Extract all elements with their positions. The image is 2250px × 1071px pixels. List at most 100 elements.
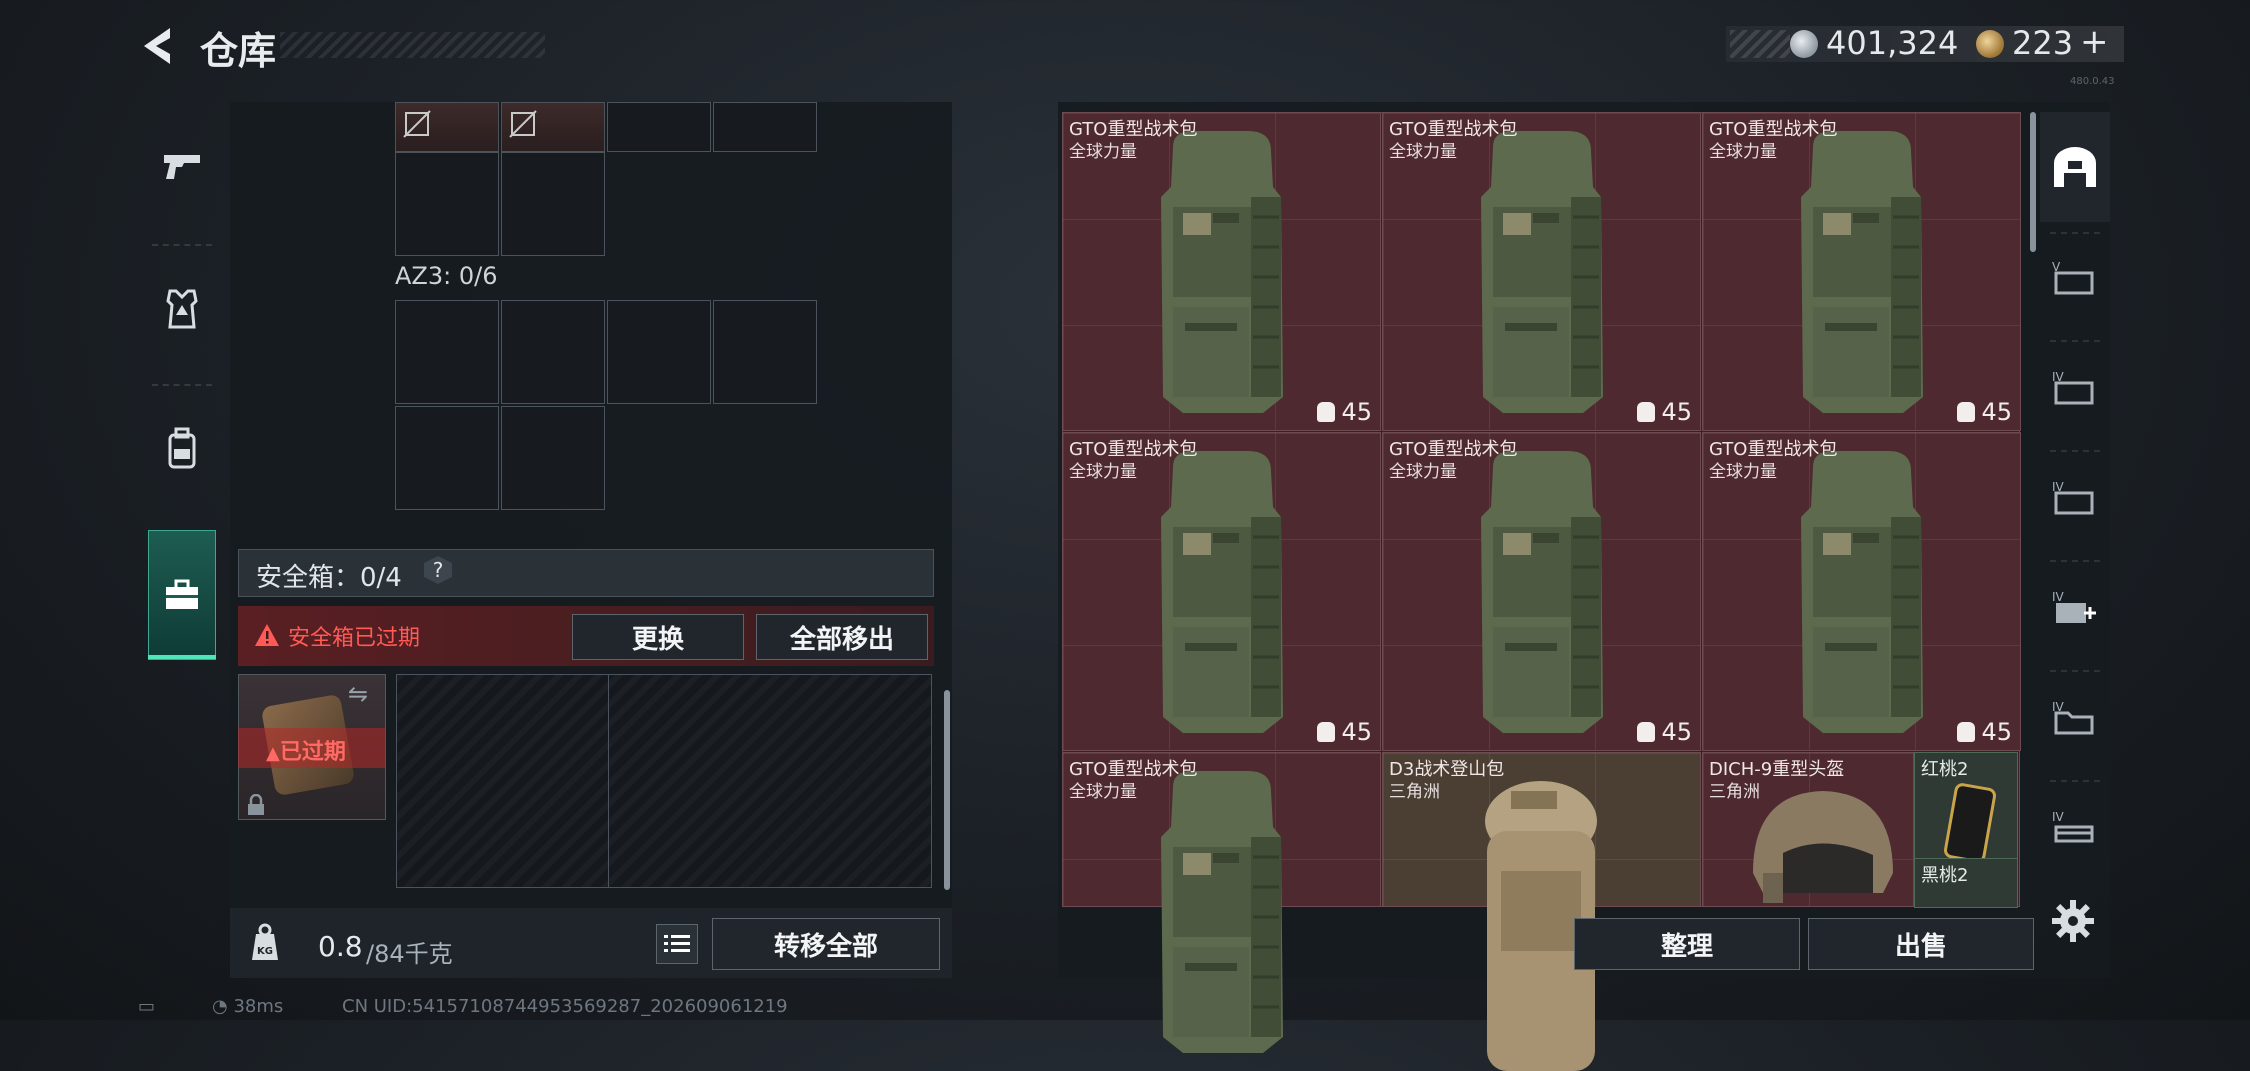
container-slot[interactable] [501, 300, 605, 404]
item-brand: 全球力量 [1389, 142, 1457, 162]
weight-kg-icon: KG [252, 923, 278, 960]
wifi-icon: ◔ [212, 996, 234, 1017]
capacity-icon [1637, 402, 1656, 422]
silver-coin-icon [1790, 30, 1818, 58]
capacity-value: 45 [1981, 718, 2012, 746]
svg-text:KG: KG [257, 946, 273, 957]
warehouse-page-iv-a-tab[interactable]: IV [2040, 332, 2110, 442]
version-tag: 480.0.43 [2070, 76, 2115, 87]
container-slot[interactable] [713, 300, 817, 404]
container-slot-item[interactable] [395, 102, 499, 152]
swap-icon[interactable]: ⇋ [348, 680, 378, 708]
card-label: 黑桃2 [1921, 865, 1969, 886]
container-slot[interactable] [501, 152, 605, 256]
inventory-item[interactable]: GTO重型战术包 全球力量 45 [1382, 432, 1701, 751]
sort-button[interactable]: 整理 [1574, 918, 1800, 970]
container-slot-item[interactable] [501, 102, 605, 152]
card-image [1942, 781, 1998, 865]
container-slot[interactable] [395, 406, 499, 510]
inventory-item[interactable]: D3战术登山包 三角洲 [1382, 752, 1701, 1071]
replace-button[interactable]: 更换 [572, 614, 744, 660]
warehouse-icon [2054, 147, 2096, 187]
capacity-value: 45 [1341, 718, 1372, 746]
weight-total: /84千克 [366, 940, 453, 968]
item-brand: 全球力量 [1709, 462, 1777, 482]
add-storage-page-tab[interactable]: IV [2040, 552, 2110, 662]
weight-current: 0.8 [318, 930, 363, 963]
back-arrow-icon[interactable] [138, 26, 178, 66]
container-slot[interactable] [395, 300, 499, 404]
inventory-item[interactable]: GTO重型战术包 全球力量 45 [1062, 112, 1381, 431]
safebox-grid[interactable] [396, 674, 932, 888]
lock-icon [248, 794, 264, 815]
uid-text: CN UID:54157108744953569287_202609061219 [342, 996, 788, 1017]
item-capacity: 45 [1317, 718, 1372, 746]
capacity-value: 45 [1341, 398, 1372, 426]
storage-tray-tab[interactable]: IV [2040, 772, 2110, 882]
unavailable-icon [509, 110, 537, 138]
storage-page-icon: IV [2052, 370, 2094, 405]
storage-page-icon: V [2052, 260, 2094, 295]
backpack-icon [168, 427, 196, 469]
container-slot[interactable] [713, 102, 817, 152]
inventory-item[interactable]: GTO重型战术包 全球力量 45 [1702, 112, 2021, 431]
inventory-item[interactable]: GTO重型战术包 全球力量 45 [1382, 112, 1701, 431]
safebox-capacity-label: 安全箱：0/4 [256, 563, 402, 593]
warehouse-page-nav: V IV IV IV IV IV [2040, 112, 2110, 892]
list-icon [664, 935, 690, 952]
capacity-value: 45 [1661, 718, 1692, 746]
container-slot[interactable] [395, 152, 499, 256]
transfer-all-button[interactable]: 转移全部 [712, 918, 940, 970]
tab-safebox[interactable] [148, 530, 216, 660]
storage-folder-tab[interactable]: IV [2040, 662, 2110, 772]
tray-icon: IV [2052, 810, 2094, 843]
ping-value: ◔ 38ms [212, 996, 283, 1017]
backpack-image [1481, 451, 1603, 733]
card-black-peach[interactable]: 黑桃2 [1914, 858, 2018, 908]
gear-icon[interactable] [2050, 898, 2096, 944]
ping-text: 38ms [233, 996, 284, 1017]
tab-armor[interactable] [138, 244, 226, 374]
add-currency-button[interactable]: + [2080, 22, 2109, 62]
card-red-peach[interactable]: 红桃2 [1914, 752, 2018, 866]
currency-decoration [1730, 30, 1790, 58]
inventory-item[interactable]: GTO重型战术包 全球力量 [1062, 752, 1381, 1053]
item-brand: 三角洲 [1709, 782, 1760, 802]
item-capacity: 45 [1637, 718, 1692, 746]
item-capacity: 45 [1957, 718, 2012, 746]
inventory-item[interactable]: DICH-9重型头盔 三角洲 [1702, 752, 1914, 907]
tab-backpack[interactable] [138, 384, 226, 514]
container-slot[interactable] [501, 406, 605, 510]
warehouse-page-iv-b-tab[interactable]: IV [2040, 442, 2110, 552]
category-sidebar [138, 102, 226, 672]
inventory-item[interactable]: GTO重型战术包 全球力量 45 [1062, 432, 1381, 751]
right-scrollbar[interactable] [2030, 112, 2036, 252]
capacity-icon [1957, 722, 1976, 742]
expired-warning-text: 安全箱已过期 [288, 626, 421, 651]
svg-text:IV: IV [2052, 810, 2065, 824]
capacity-icon [1637, 722, 1656, 742]
capacity-icon [1317, 402, 1336, 422]
item-brand: 全球力量 [1069, 142, 1137, 162]
move-all-out-button[interactable]: 全部移出 [756, 614, 928, 660]
gold-currency-value: 223 [2012, 24, 2074, 62]
tab-weapons[interactable] [138, 102, 226, 232]
storage-page-icon: IV [2052, 480, 2094, 515]
add-storage-icon: IV [2052, 590, 2096, 623]
grid-divider [608, 674, 609, 888]
warehouse-home-tab[interactable] [2040, 112, 2110, 222]
item-brand: 全球力量 [1389, 462, 1457, 482]
container-slot[interactable] [607, 102, 711, 152]
left-scrollbar[interactable] [944, 690, 950, 890]
toolbox-icon [166, 579, 198, 609]
sell-button[interactable]: 出售 [1808, 918, 2034, 970]
container-slot[interactable] [607, 300, 711, 404]
battery-icon: ▭ [138, 996, 156, 1017]
inventory-item[interactable]: GTO重型战术包 全球力量 45 [1702, 432, 2021, 751]
warehouse-page-v-tab[interactable]: V [2040, 222, 2110, 332]
safebox-expired-label: ▲已过期 [266, 740, 346, 765]
capacity-value: 45 [1661, 398, 1692, 426]
gold-coin-icon [1976, 30, 2004, 58]
svg-text:IV: IV [2052, 590, 2065, 604]
list-view-button[interactable] [656, 924, 698, 964]
